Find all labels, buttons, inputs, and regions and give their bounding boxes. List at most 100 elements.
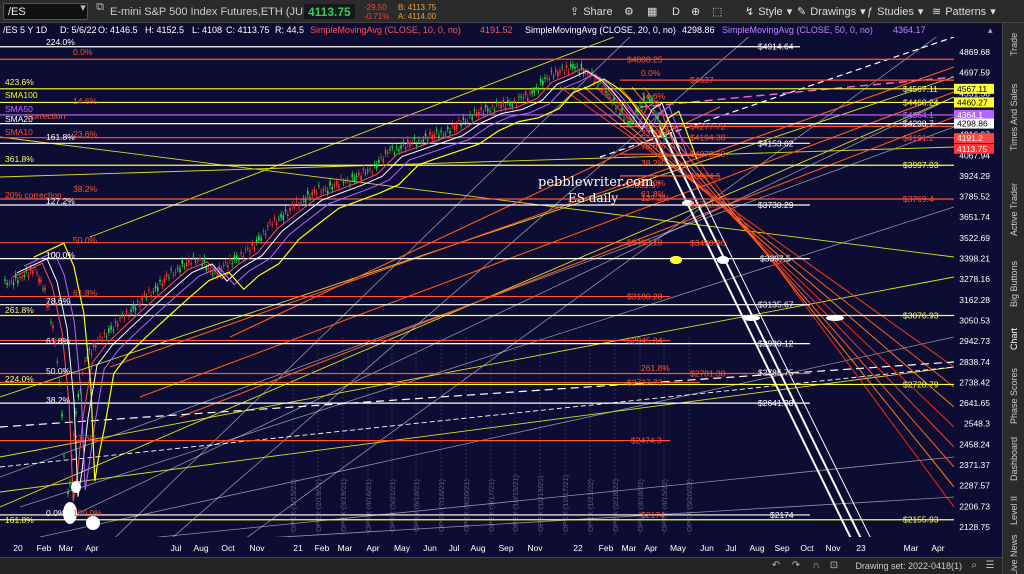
side-tab-times-and-sales[interactable]: Times And Sales [1006,67,1022,167]
candle-body [10,280,13,282]
level-price-label: $3769.4 [903,194,934,204]
candle-body [123,318,126,319]
candle-body [185,262,188,266]
candle-body [486,108,489,112]
candle-body [569,64,572,67]
fit-button[interactable]: ⬚ [712,0,722,23]
candle-body [615,108,617,110]
fib-label: SMA100 [5,90,38,100]
candle-body [298,204,300,207]
level-price-label: $4153.62 [758,138,794,148]
side-tab-trade[interactable]: Trade [1006,23,1022,65]
candle-body [398,149,400,152]
level-price-label: $2174 [641,510,665,520]
candle-body [426,139,429,141]
time-axis-tick: Mar [59,543,74,553]
candle-body [369,169,371,171]
candle-body [97,339,99,341]
candle-body [309,197,311,198]
candle-body [278,218,280,220]
candle-body [659,123,661,127]
candle-body [360,175,362,180]
candle-body [378,159,380,163]
candle-body [520,96,522,98]
candle-body [424,133,427,137]
style-button[interactable]: ↯ Style ▾ [745,0,792,23]
settings-button[interactable]: ⚙ [624,0,634,23]
price-axis-tick: 3651.74 [959,212,990,222]
candle-body [222,265,225,266]
opex-label: OPEX (5/20/22) [685,479,694,532]
share-button[interactable]: ⇪ Share [570,0,613,23]
fib-label-mid: 38.2% [641,158,666,168]
zoom-button[interactable]: ⊕ [691,0,700,23]
candle-body [119,317,121,319]
candle-body [375,164,378,168]
candle-body [415,144,418,146]
grid-icon: ▦ [647,6,658,18]
side-tab-live-news[interactable]: Live News [1006,534,1022,574]
candle-body [128,315,130,317]
candle-body [531,90,533,94]
price-chart[interactable]: OPEX (1/15/21) OPEX (2/19/21) OPEX (3/19/2… [0,37,1002,557]
fib-label: 50.0% [46,366,71,376]
expand-icon[interactable]: ▴ [988,25,993,36]
candle-body [295,199,298,201]
level-price-label: $2930.12 [758,339,794,349]
candle-body [249,250,251,253]
opex-label: OPEX (8/20/21) [462,479,471,532]
share-icon: ⇪ [570,6,580,18]
candle-body [655,114,657,116]
price-axis-tick: 2287.57 [959,481,990,491]
lock-icon[interactable]: ⊡ [828,560,840,572]
level-price-label: $2781.38 [690,368,726,378]
level-price-label: $2728.79 [903,379,939,389]
candle-body [136,301,139,302]
side-tab-active-trader[interactable]: Active Trader [1006,169,1022,249]
candle-body [446,126,449,130]
candle-body [535,86,538,88]
candle-body [625,117,627,119]
watermark-site: pebblewriter.com [538,175,653,190]
magnet-icon[interactable]: ∩ [810,560,822,572]
candle-body [515,105,518,107]
patterns-button[interactable]: ≋ Patterns ▾ [932,0,996,23]
drawings-button[interactable]: ✎ Drawings ▾ [797,0,866,23]
candle-body [112,329,115,331]
candle-body [75,411,77,414]
grid-button[interactable]: ▦ [647,0,657,23]
candle-body [170,269,172,271]
menu-icon[interactable]: ☰ [984,560,996,572]
candle-body [56,360,59,363]
candle-body [353,177,356,182]
redo-icon[interactable]: ↷ [790,560,802,572]
studies-button[interactable]: ƒ Studies ▾ [867,0,923,23]
undo-icon[interactable]: ↶ [770,560,782,572]
candle-body [364,172,367,174]
candle-body [576,65,578,67]
candle-body [546,77,548,80]
candle-body [529,92,531,94]
candle-body [471,117,474,120]
link-icon[interactable]: ⧉ [93,0,107,14]
level-price-label: $3493.18 [627,238,663,248]
candle-body [380,156,382,158]
side-tab-dashboard[interactable]: Dashboard [1006,433,1022,485]
time-axis-tick: Nov [527,543,543,553]
sma10-value: 4191.52 [480,25,513,35]
side-tab-big-buttons[interactable]: Big Buttons [1006,252,1022,316]
candle-body [145,297,148,298]
side-tab-phase-scores[interactable]: Phase Scores [1006,362,1022,430]
candle-body [50,322,52,323]
candle-body [32,271,34,274]
side-tab-chart[interactable]: Chart [1006,319,1022,359]
level-price-label: $4808.25 [627,54,663,64]
bar-close: C: 4113.75 [226,25,270,35]
chevron-down-icon[interactable]: ▾ [76,0,90,14]
candle-body [619,113,621,116]
aggregation-select[interactable]: D [672,0,680,23]
side-tab-level-ii[interactable]: Level II [1006,488,1022,532]
search-icon[interactable]: ⌕ [968,560,980,572]
candle-body [81,372,84,374]
candle-body [482,113,485,114]
